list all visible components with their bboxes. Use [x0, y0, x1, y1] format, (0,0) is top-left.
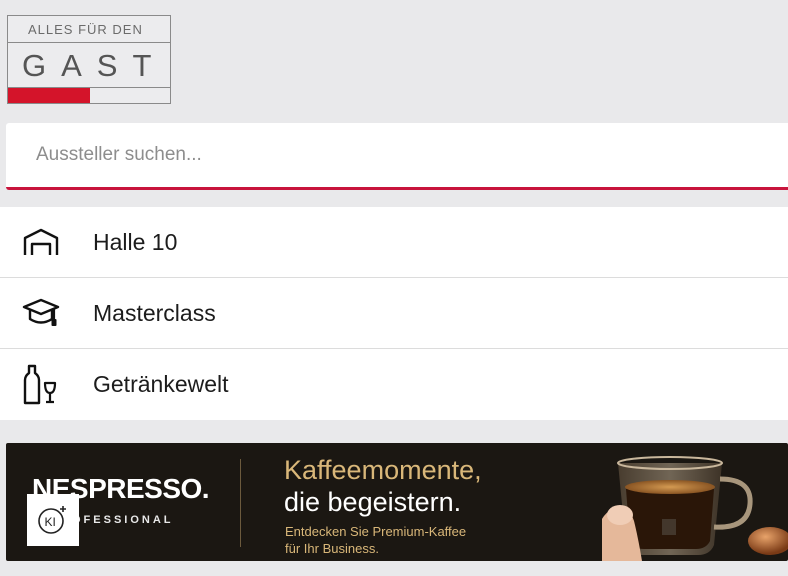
- logo-bar: [8, 87, 170, 103]
- bottle-glass-icon: [0, 363, 93, 407]
- menu-list: Halle 10 Masterclass Getränkewelt: [0, 207, 788, 420]
- banner-sub-line1: Entdecken Sie Premium-Kaffee: [285, 524, 467, 539]
- banner-divider: [240, 459, 241, 547]
- ki-badge-label: KI: [45, 515, 56, 529]
- banner-brand-sub: OFESSIONAL: [72, 514, 174, 526]
- search-bar: [6, 123, 788, 190]
- search-input[interactable]: [6, 123, 788, 187]
- menu-item-halle-10[interactable]: Halle 10: [0, 207, 788, 278]
- menu-item-label: Masterclass: [93, 299, 216, 326]
- ki-badge[interactable]: KI: [27, 494, 79, 546]
- hall-icon: [0, 226, 93, 258]
- banner-headline-line1: Kaffeemomente,: [284, 455, 482, 485]
- menu-item-getraenkewelt[interactable]: Getränkewelt: [0, 349, 788, 420]
- logo-line1: ALLES FÜR DEN: [8, 16, 170, 43]
- banner-sub-line2: für Ihr Business.: [285, 541, 379, 556]
- nespresso-ad-banner[interactable]: NESPRESSO. OFESSIONAL Kaffeemomente, die…: [6, 443, 788, 561]
- menu-item-masterclass[interactable]: Masterclass: [0, 278, 788, 349]
- banner-headline-line2: die begeistern.: [284, 487, 462, 517]
- ki-icon: KI: [38, 506, 66, 534]
- menu-item-label: Getränkewelt: [93, 371, 229, 397]
- logo-line2: GAST: [22, 48, 167, 83]
- menu-item-label: Halle 10: [93, 228, 178, 255]
- alles-fuer-den-gast-logo: ALLES FÜR DEN GAST: [7, 15, 171, 104]
- graduation-cap-icon: [0, 295, 93, 331]
- coffee-cup-image: [602, 456, 788, 561]
